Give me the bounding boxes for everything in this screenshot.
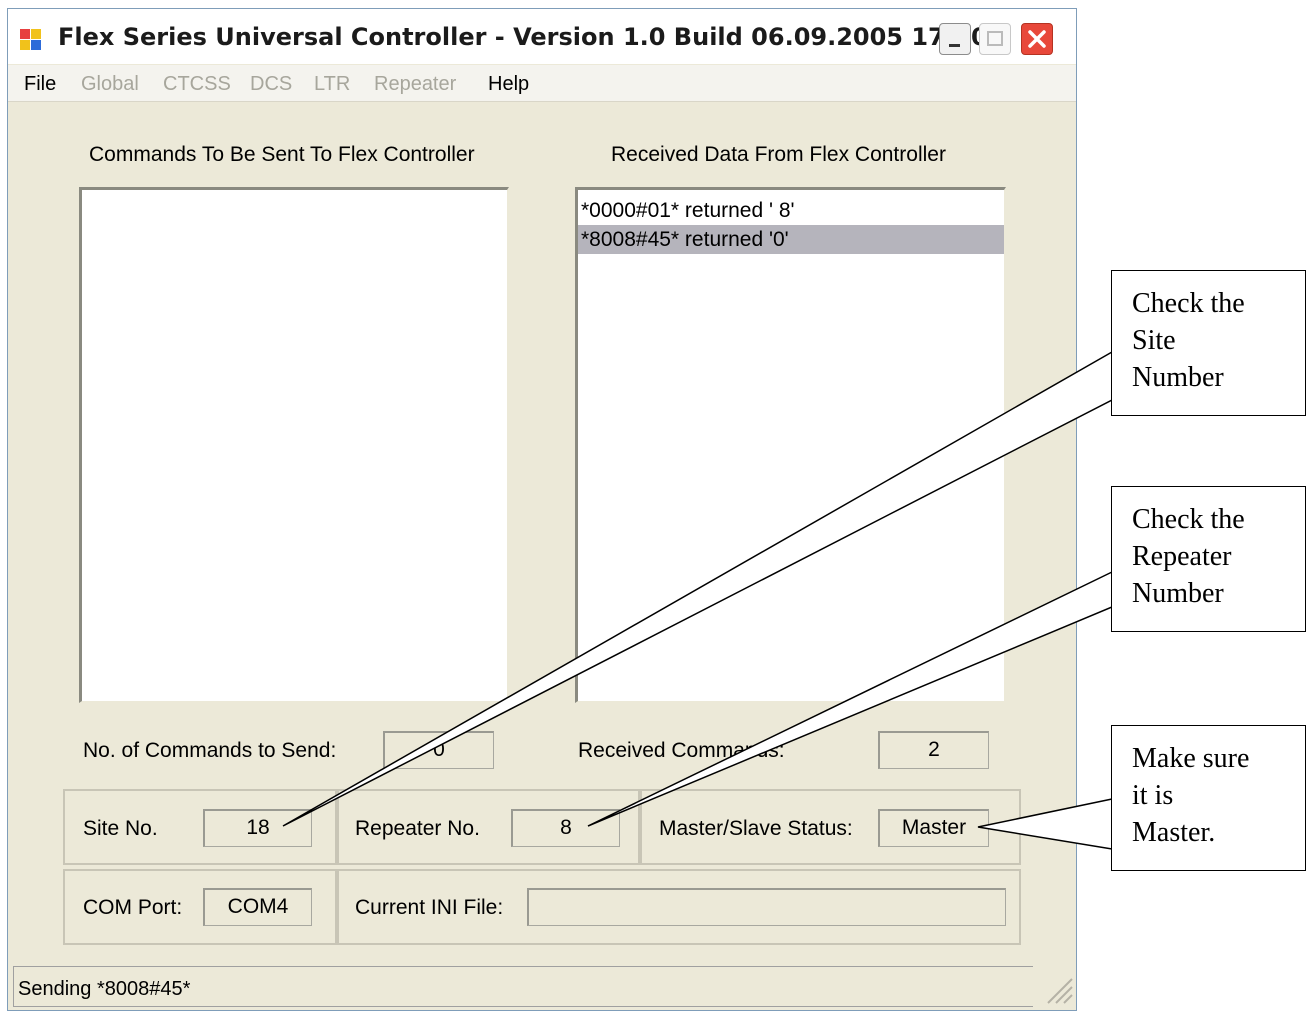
callout-line: Check the [1132,288,1245,319]
callout-repeater-number: Check the Repeater Number [1111,486,1306,632]
callout-master: Make sure it is Master. [1111,725,1306,871]
callout-line: Site [1132,325,1176,356]
callout-line: Repeater [1132,541,1232,572]
master-callout-pointer [977,798,1113,850]
callout-line: Number [1132,578,1224,609]
callout-line: it is [1132,780,1174,811]
callout-line: Number [1132,362,1224,393]
callout-line: Make sure [1132,743,1250,774]
callout-site-number: Check the Site Number [1111,270,1306,416]
callout-line: Master. [1132,817,1216,848]
site-callout-pointer [282,350,1113,827]
callout-line: Check the [1132,504,1245,535]
